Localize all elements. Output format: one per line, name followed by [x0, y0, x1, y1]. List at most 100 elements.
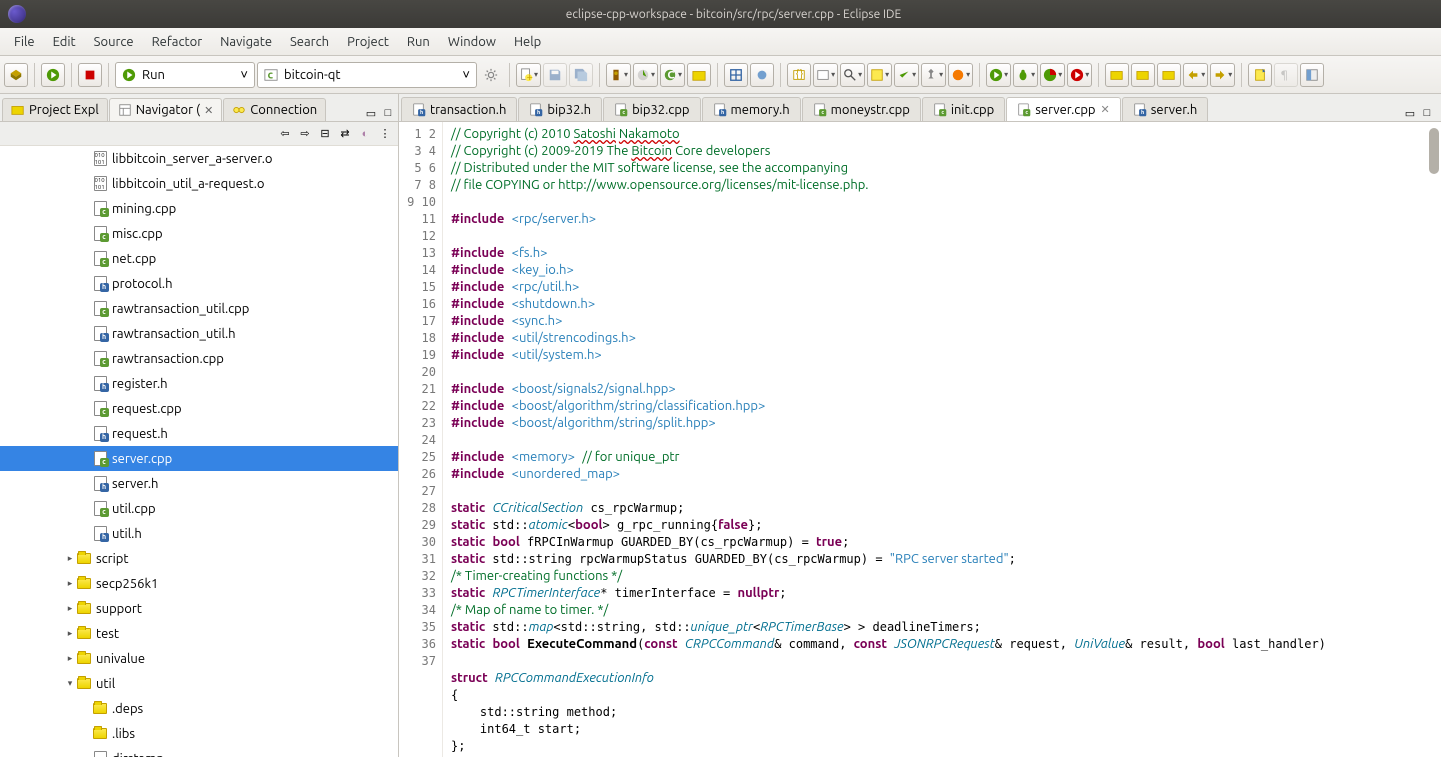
open-element-button[interactable]: ▾ — [813, 63, 838, 87]
editor-tab[interactable]: server.h — [1122, 97, 1208, 121]
save-button[interactable] — [543, 63, 567, 87]
tree-item[interactable]: .libs — [0, 721, 398, 746]
stop-button[interactable] — [78, 63, 102, 87]
open-type-button[interactable]: {} — [787, 63, 811, 87]
menu-source[interactable]: Source — [86, 31, 142, 53]
menu-search[interactable]: Search — [282, 31, 337, 53]
code-editor[interactable]: 1 2 3 4 5 6 7 8 9 10 11 12 13 14 15 16 1… — [399, 122, 1441, 757]
annotate-button[interactable]: ▾ — [867, 63, 892, 87]
new-button[interactable]: +▾ — [516, 63, 541, 87]
back-icon[interactable]: ⇦ — [276, 125, 294, 143]
tree-item[interactable]: util.h — [0, 521, 398, 546]
nav-folder3-button[interactable] — [1157, 63, 1181, 87]
tree-item[interactable]: .deps — [0, 696, 398, 721]
editor-tab[interactable]: bip32.cpp — [603, 97, 700, 121]
tree-item-label: server.cpp — [112, 452, 172, 466]
perspective-button[interactable] — [1300, 63, 1324, 87]
editor-tab[interactable]: init.cpp — [922, 97, 1005, 121]
line-number-gutter: 1 2 3 4 5 6 7 8 9 10 11 12 13 14 15 16 1… — [399, 122, 443, 757]
navigator-tree[interactable]: 010101libbitcoin_server_a-server.o010101… — [0, 146, 398, 757]
menu-help[interactable]: Help — [506, 31, 549, 53]
task-button[interactable]: ▾ — [894, 63, 919, 87]
tree-item[interactable]: server.h — [0, 471, 398, 496]
tree-item[interactable]: 010101libbitcoin_server_a-server.o — [0, 146, 398, 171]
tree-item[interactable]: request.h — [0, 421, 398, 446]
close-icon[interactable]: ✕ — [1101, 103, 1110, 116]
nav-folder1-button[interactable] — [1105, 63, 1129, 87]
tree-item[interactable]: ▸secp256k1 — [0, 571, 398, 596]
toggle-breakpoint-button[interactable] — [750, 63, 774, 87]
pin-button[interactable]: ▾ — [921, 63, 946, 87]
menu-navigate[interactable]: Navigate — [212, 31, 280, 53]
search-button[interactable]: ▾ — [840, 63, 865, 87]
minimize-view-icon[interactable]: ▭ — [363, 105, 379, 121]
close-icon[interactable]: ✕ — [204, 104, 213, 117]
editor-tab[interactable]: transaction.h — [401, 97, 517, 121]
tree-item[interactable]: ▸univalue — [0, 646, 398, 671]
tree-item[interactable]: register.h — [0, 371, 398, 396]
menu-refactor[interactable]: Refactor — [144, 31, 211, 53]
tree-item[interactable]: util.cpp — [0, 496, 398, 521]
menu-edit[interactable]: Edit — [45, 31, 84, 53]
tree-item[interactable]: dirstamp — [0, 746, 398, 757]
run-last-button[interactable]: ▾ — [986, 63, 1011, 87]
tree-item[interactable]: ▸support — [0, 596, 398, 621]
editor-tab-label: memory.h — [731, 103, 790, 117]
view-menu-icon[interactable]: ⋮ — [376, 125, 394, 143]
editor-tab[interactable]: memory.h — [702, 97, 801, 121]
new-class-button[interactable]: C▾ — [660, 63, 685, 87]
view-tab-connection[interactable]: Connection — [223, 98, 326, 121]
tree-item[interactable]: net.cpp — [0, 246, 398, 271]
forward-icon[interactable]: ⇨ — [296, 125, 314, 143]
collapse-all-icon[interactable]: ⊟ — [316, 125, 334, 143]
editor-tab[interactable]: moneystr.cpp — [802, 97, 921, 121]
scrollbar-thumb[interactable] — [1429, 128, 1439, 174]
build-all-button[interactable]: ▾ — [606, 63, 631, 87]
tree-item[interactable]: protocol.h — [0, 271, 398, 296]
link-editor-icon[interactable]: ⇄ — [336, 125, 354, 143]
new-folder-button[interactable] — [687, 63, 711, 87]
minimize-editor-icon[interactable]: ▭ — [1402, 105, 1418, 121]
run-button[interactable] — [41, 63, 65, 87]
tree-item[interactable]: server.cpp — [0, 446, 398, 471]
tree-item[interactable]: rawtransaction_util.cpp — [0, 296, 398, 321]
maximize-view-icon[interactable]: □ — [380, 105, 396, 121]
coverage-button[interactable]: ▾ — [1040, 63, 1065, 87]
code-content[interactable]: // Copyright (c) 2010 Satoshi Nakamoto /… — [443, 122, 1441, 757]
build-button[interactable] — [4, 63, 28, 87]
menu-file[interactable]: File — [6, 31, 43, 53]
tree-item[interactable]: ▾util — [0, 671, 398, 696]
menu-window[interactable]: Window — [440, 31, 504, 53]
profile-button[interactable]: ▾ — [948, 63, 973, 87]
focus-task-icon[interactable]: ◐ — [356, 125, 374, 143]
launch-mode-dropdown[interactable]: Run ˅ — [115, 62, 255, 88]
menu-project[interactable]: Project — [339, 31, 397, 53]
save-all-button[interactable] — [569, 63, 593, 87]
next-edit-button[interactable]: ▾ — [1210, 63, 1235, 87]
editor-tab[interactable]: server.cpp✕ — [1006, 97, 1121, 121]
editor-tab[interactable]: bip32.h — [518, 97, 602, 121]
maximize-editor-icon[interactable]: □ — [1419, 105, 1435, 121]
launch-config-dropdown[interactable]: c bitcoin-qt ˅ — [257, 62, 477, 88]
pin-editor-button[interactable] — [1248, 63, 1272, 87]
save-all-icon — [574, 68, 588, 82]
tree-item[interactable]: misc.cpp — [0, 221, 398, 246]
tree-item[interactable]: ▸script — [0, 546, 398, 571]
launch-settings-button[interactable] — [479, 63, 503, 87]
prev-edit-button[interactable]: ▾ — [1183, 63, 1208, 87]
external-tools-button[interactable]: ▾ — [1067, 63, 1092, 87]
tree-item[interactable]: 010101libbitcoin_util_a-request.o — [0, 171, 398, 196]
debug-button[interactable]: ▾ — [1013, 63, 1038, 87]
tree-item[interactable]: mining.cpp — [0, 196, 398, 221]
menu-run[interactable]: Run — [399, 31, 438, 53]
show-whitespace-button[interactable]: ¶ — [1274, 63, 1298, 87]
tree-item[interactable]: rawtransaction.cpp — [0, 346, 398, 371]
tree-item[interactable]: request.cpp — [0, 396, 398, 421]
toggle-mark-button[interactable] — [724, 63, 748, 87]
build-project-button[interactable]: ▾ — [633, 63, 658, 87]
tree-item[interactable]: ▸test — [0, 621, 398, 646]
nav-folder2-button[interactable] — [1131, 63, 1155, 87]
view-tab-project-explorer[interactable]: Project Expl — [2, 98, 108, 121]
tree-item[interactable]: rawtransaction_util.h — [0, 321, 398, 346]
view-tab-navigator[interactable]: Navigator ( ✕ — [109, 98, 223, 121]
